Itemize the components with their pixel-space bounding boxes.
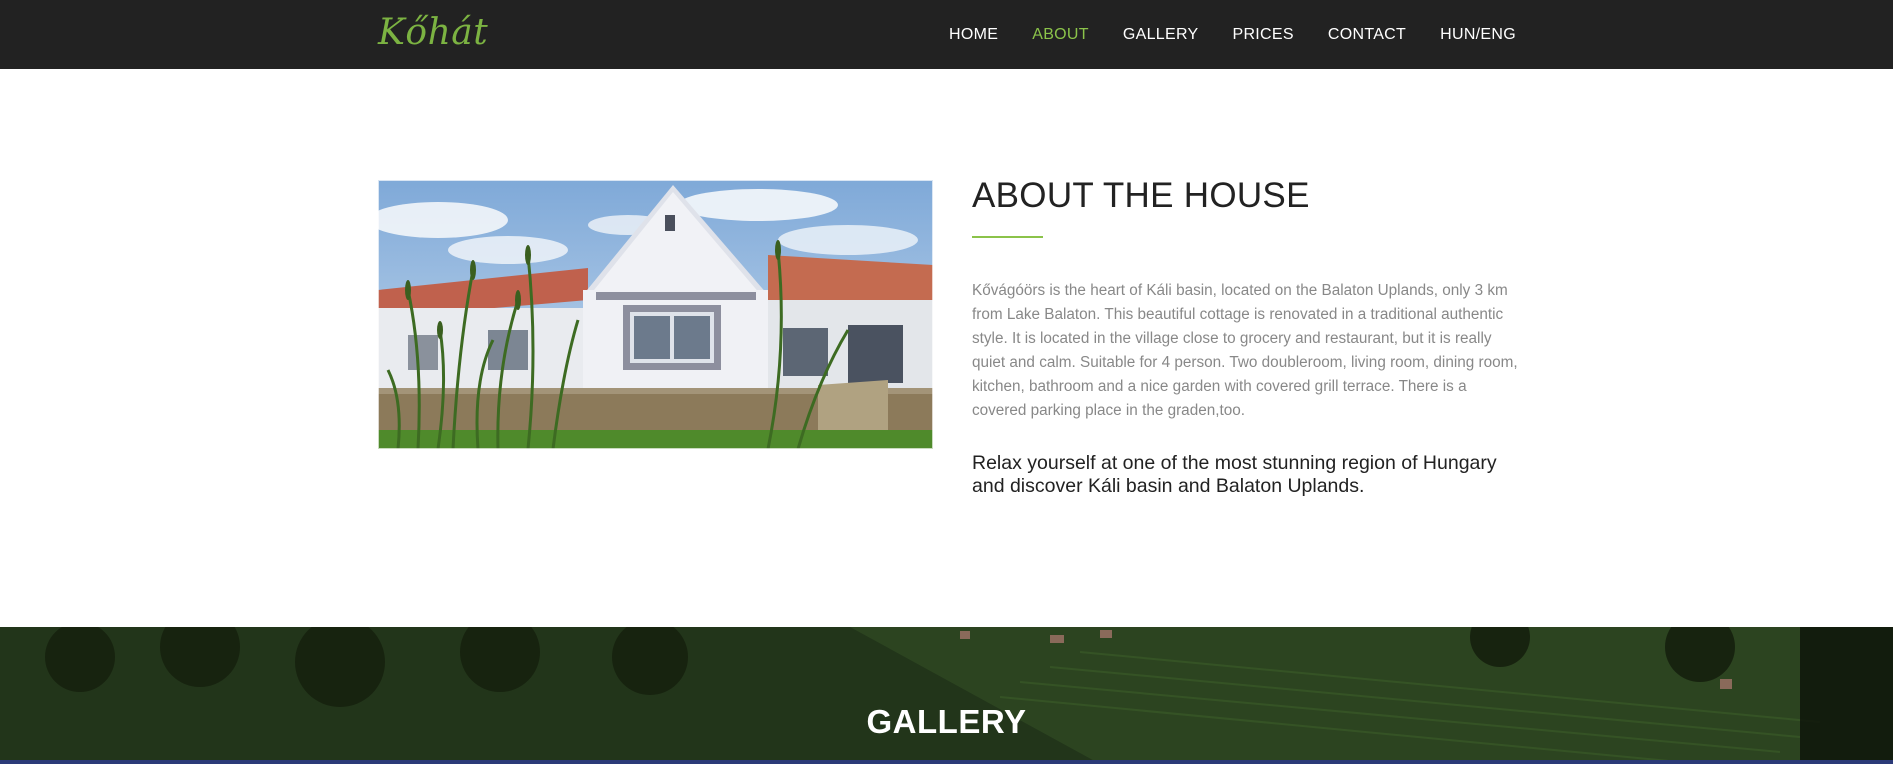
navbar: Kőhát HOME ABOUT GALLERY PRICES CONTACT … <box>0 0 1893 69</box>
about-title: ABOUT THE HOUSE <box>972 176 1310 215</box>
title-underline <box>972 236 1043 238</box>
nav-item-contact[interactable]: CONTACT <box>1328 0 1406 69</box>
bottom-strip <box>0 760 1893 764</box>
nav-item-about[interactable]: ABOUT <box>1032 0 1089 69</box>
nav-item-language[interactable]: HUN/ENG <box>1440 0 1516 69</box>
brand-logo[interactable]: Kőhát <box>378 10 488 55</box>
main-nav: HOME ABOUT GALLERY PRICES CONTACT HUN/EN… <box>915 0 1516 69</box>
gallery-title: GALLERY <box>866 703 1027 740</box>
gallery-banner <box>0 627 1893 764</box>
house-photo <box>378 180 933 449</box>
nav-item-gallery[interactable]: GALLERY <box>1123 0 1199 69</box>
nav-item-prices[interactable]: PRICES <box>1232 0 1293 69</box>
about-lead-text: Relax yourself at one of the most stunni… <box>972 452 1497 497</box>
nav-item-home[interactable]: HOME <box>949 0 998 69</box>
gallery-background-photo <box>0 627 1893 764</box>
about-description: Kővágóörs is the heart of Káli basin, lo… <box>972 282 1518 419</box>
